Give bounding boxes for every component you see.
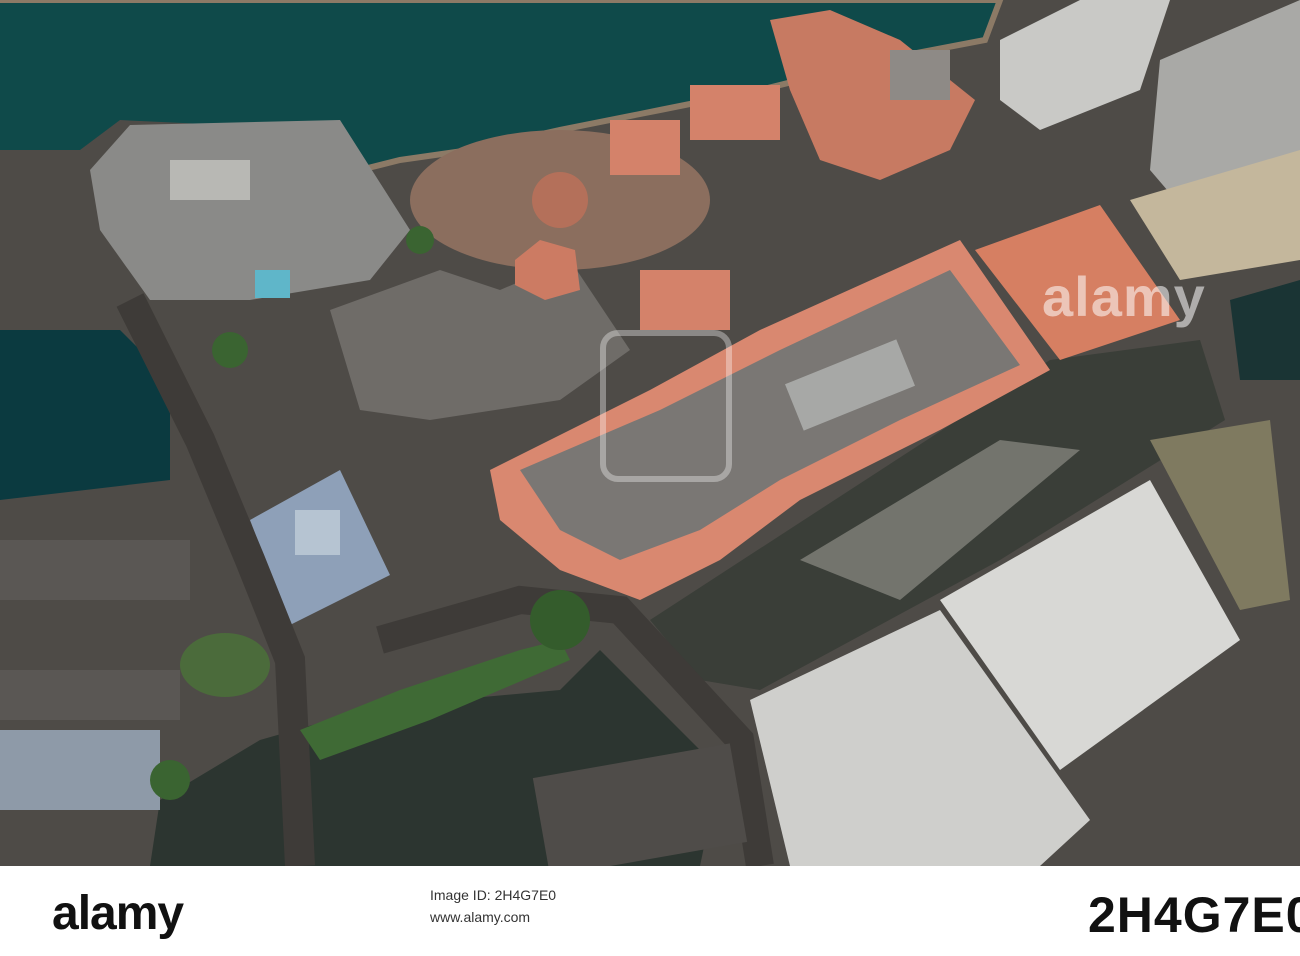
image-id-label: Image ID: 2H4G7E0 [430, 887, 557, 903]
site-logo[interactable]: alamy [52, 886, 184, 941]
aerial-photo: alamy [0, 0, 1300, 866]
image-code: 2H4G7E0 [1088, 887, 1300, 943]
watermark-frame [600, 330, 732, 482]
stock-photo-page: alamy alamy Image ID: 2H4G7E0 www.alamy.… [0, 0, 1300, 956]
watermark-text: alamy [1042, 265, 1206, 328]
site-link[interactable]: www.alamy.com [430, 906, 556, 928]
image-meta: Image ID: 2H4G7E0 www.alamy.com [430, 884, 556, 928]
